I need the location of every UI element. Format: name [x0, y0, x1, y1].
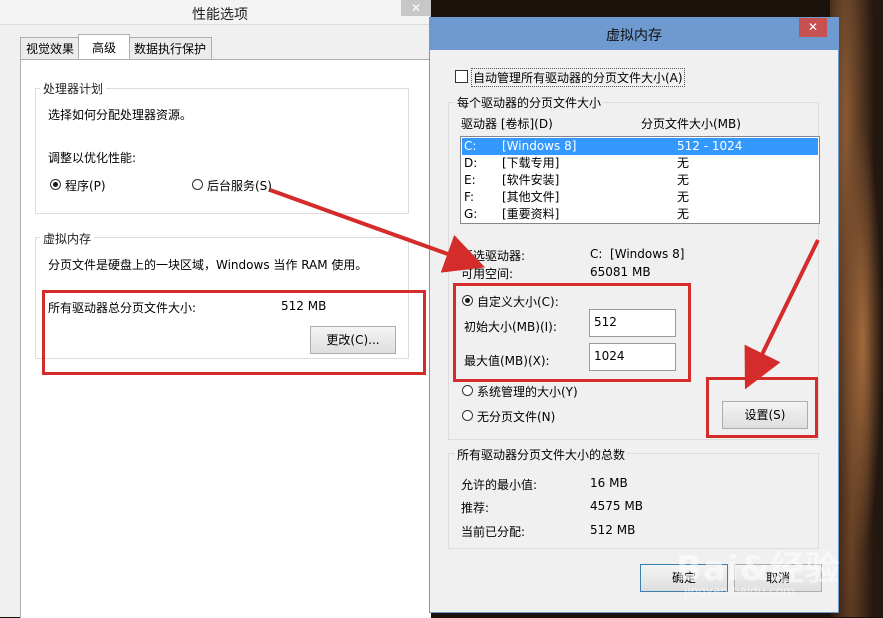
- baidu-watermark: Bai&经验: [676, 549, 841, 589]
- baidu-watermark-url: jingyan.baidu.com: [684, 584, 795, 598]
- arrow-to-set-button: [744, 239, 820, 390]
- annotation-arrows: [269, 188, 820, 390]
- arrow-to-custom-size: [269, 188, 486, 273]
